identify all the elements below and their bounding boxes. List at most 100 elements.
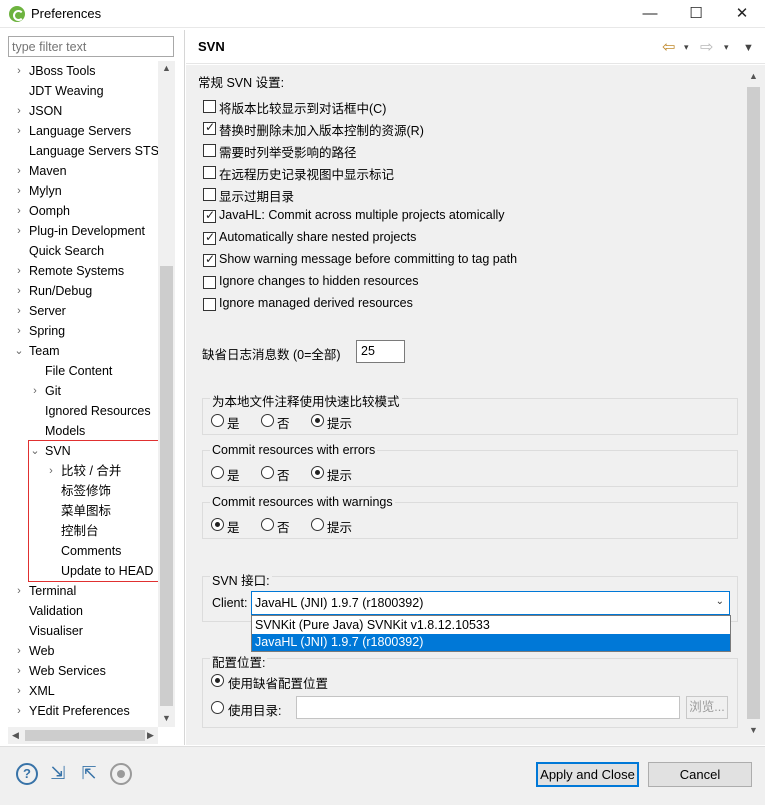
- tree-item[interactable]: › Language Servers: [0, 121, 160, 141]
- scroll-left-icon[interactable]: ◀: [12, 730, 19, 741]
- view-menu-icon[interactable]: ▼: [743, 42, 754, 54]
- back-arrow-icon[interactable]: ⇦: [662, 37, 675, 57]
- tree-item[interactable]: Quick Search: [0, 241, 160, 261]
- scroll-right-icon[interactable]: ▶: [147, 730, 154, 741]
- chevron-right-icon[interactable]: ›: [14, 261, 24, 281]
- radio-option[interactable]: [311, 414, 324, 427]
- tree-item[interactable]: Ignored Resources: [0, 401, 160, 421]
- maximize-button[interactable]: ☐: [673, 0, 719, 28]
- client-option-javahl[interactable]: JavaHL (JNI) 1.9.7 (r1800392): [252, 634, 730, 651]
- scroll-down-icon[interactable]: ▼: [749, 725, 758, 735]
- chevron-right-icon[interactable]: ›: [14, 181, 24, 201]
- tree-item[interactable]: › Terminal: [0, 581, 160, 601]
- chevron-right-icon[interactable]: ›: [14, 681, 24, 701]
- general-option-checkbox[interactable]: [203, 100, 216, 113]
- radio-option[interactable]: [261, 466, 274, 479]
- client-option-svnkit[interactable]: SVNKit (Pure Java) SVNKit v1.8.12.10533: [252, 617, 730, 634]
- chevron-right-icon[interactable]: ›: [14, 201, 24, 221]
- chevron-right-icon[interactable]: ›: [14, 661, 24, 681]
- chevron-right-icon[interactable]: ›: [14, 641, 24, 661]
- general-option-checkbox[interactable]: [203, 230, 216, 245]
- filter-input[interactable]: [8, 36, 174, 57]
- tree-item[interactable]: › Git: [0, 381, 160, 401]
- tree-item[interactable]: JDT Weaving: [0, 81, 160, 101]
- tree-item[interactable]: › Run/Debug: [0, 281, 160, 301]
- record-icon[interactable]: [110, 763, 132, 785]
- tree-item[interactable]: › Oomph: [0, 201, 160, 221]
- tree-item[interactable]: Models: [0, 421, 160, 441]
- cancel-button[interactable]: Cancel: [648, 762, 752, 787]
- chevron-right-icon[interactable]: ›: [14, 101, 24, 121]
- browse-button[interactable]: 浏览...: [686, 696, 728, 719]
- chevron-right-icon[interactable]: ›: [14, 581, 24, 601]
- chevron-right-icon[interactable]: ›: [14, 221, 24, 241]
- close-button[interactable]: ✕: [719, 0, 765, 28]
- tree-item[interactable]: › Remote Systems: [0, 261, 160, 281]
- radio-option[interactable]: [261, 414, 274, 427]
- tree-item[interactable]: Visualiser: [0, 621, 160, 641]
- chevron-right-icon[interactable]: ›: [14, 121, 24, 141]
- chevron-right-icon[interactable]: ›: [14, 61, 24, 81]
- radio-option[interactable]: [311, 518, 324, 531]
- tree-item[interactable]: Language Servers STS: [0, 141, 160, 161]
- general-option-checkbox[interactable]: [203, 166, 216, 179]
- chevron-right-icon[interactable]: ›: [14, 281, 24, 301]
- tree-item[interactable]: › YEdit Preferences: [0, 701, 160, 721]
- scroll-thumb[interactable]: [747, 87, 760, 719]
- use-directory-radio[interactable]: [211, 701, 224, 714]
- tree-item[interactable]: › JBoss Tools: [0, 61, 160, 81]
- tree-item[interactable]: › Server: [0, 301, 160, 321]
- radio-option[interactable]: [311, 466, 324, 479]
- general-option-checkbox[interactable]: [203, 188, 216, 201]
- general-option-checkbox[interactable]: [203, 208, 216, 223]
- tree-item[interactable]: › Web Services: [0, 661, 160, 681]
- back-dropdown-icon[interactable]: ▾: [684, 42, 689, 53]
- forward-dropdown-icon[interactable]: ▾: [724, 42, 729, 53]
- tree-item[interactable]: › JSON: [0, 101, 160, 121]
- use-default-config-radio[interactable]: [211, 674, 224, 687]
- minimize-button[interactable]: —: [627, 0, 673, 28]
- radio-option[interactable]: [211, 414, 224, 427]
- radio-option[interactable]: [211, 466, 224, 479]
- chevron-right-icon[interactable]: ›: [14, 301, 24, 321]
- tree-item[interactable]: › Spring: [0, 321, 160, 341]
- export-preferences-icon[interactable]: ⇱: [78, 763, 100, 785]
- general-option-checkbox[interactable]: [203, 120, 216, 135]
- general-option-checkbox[interactable]: [203, 144, 216, 157]
- scroll-up-icon[interactable]: ▲: [162, 63, 171, 73]
- scroll-up-icon[interactable]: ▲: [749, 71, 758, 81]
- client-select[interactable]: JavaHL (JNI) 1.9.7 (r1800392) ⌄: [251, 591, 730, 615]
- tree-item[interactable]: › Web: [0, 641, 160, 661]
- chevron-right-icon[interactable]: ›: [14, 321, 24, 341]
- tree-vertical-scrollbar[interactable]: ▲ ▼: [158, 61, 175, 727]
- tree-item[interactable]: › Plug-in Development: [0, 221, 160, 241]
- tree-horizontal-scrollbar[interactable]: ◀ ▶: [8, 727, 158, 744]
- chevron-down-icon[interactable]: ⌄: [716, 596, 724, 607]
- general-option-checkbox[interactable]: [203, 276, 216, 289]
- config-directory-input[interactable]: [296, 696, 680, 719]
- forward-arrow-icon[interactable]: ⇨: [700, 37, 713, 57]
- panel-divider[interactable]: [184, 30, 185, 745]
- apply-and-close-button[interactable]: Apply and Close: [536, 762, 639, 787]
- chevron-right-icon[interactable]: ›: [30, 381, 40, 401]
- tree-item[interactable]: ⌄ Team: [0, 341, 160, 361]
- radio-option[interactable]: [211, 518, 224, 531]
- chevron-right-icon[interactable]: ›: [14, 701, 24, 721]
- tree-item[interactable]: › Maven: [0, 161, 160, 181]
- import-preferences-icon[interactable]: ⇲: [47, 763, 69, 785]
- scroll-thumb[interactable]: [25, 730, 145, 741]
- chevron-right-icon[interactable]: ›: [14, 161, 24, 181]
- chevron-down-icon[interactable]: ⌄: [14, 341, 24, 361]
- tree-item[interactable]: › Mylyn: [0, 181, 160, 201]
- tree-item[interactable]: › XML: [0, 681, 160, 701]
- content-vertical-scrollbar[interactable]: ▲ ▼: [745, 68, 762, 740]
- log-messages-input[interactable]: 25: [356, 340, 405, 363]
- scroll-down-icon[interactable]: ▼: [162, 713, 171, 723]
- tree-item[interactable]: File Content: [0, 361, 160, 381]
- radio-option[interactable]: [261, 518, 274, 531]
- tree-item[interactable]: Validation: [0, 601, 160, 621]
- general-option-checkbox[interactable]: [203, 252, 216, 267]
- scroll-thumb[interactable]: [160, 266, 173, 706]
- help-icon[interactable]: ?: [16, 763, 38, 785]
- general-option-checkbox[interactable]: [203, 298, 216, 311]
